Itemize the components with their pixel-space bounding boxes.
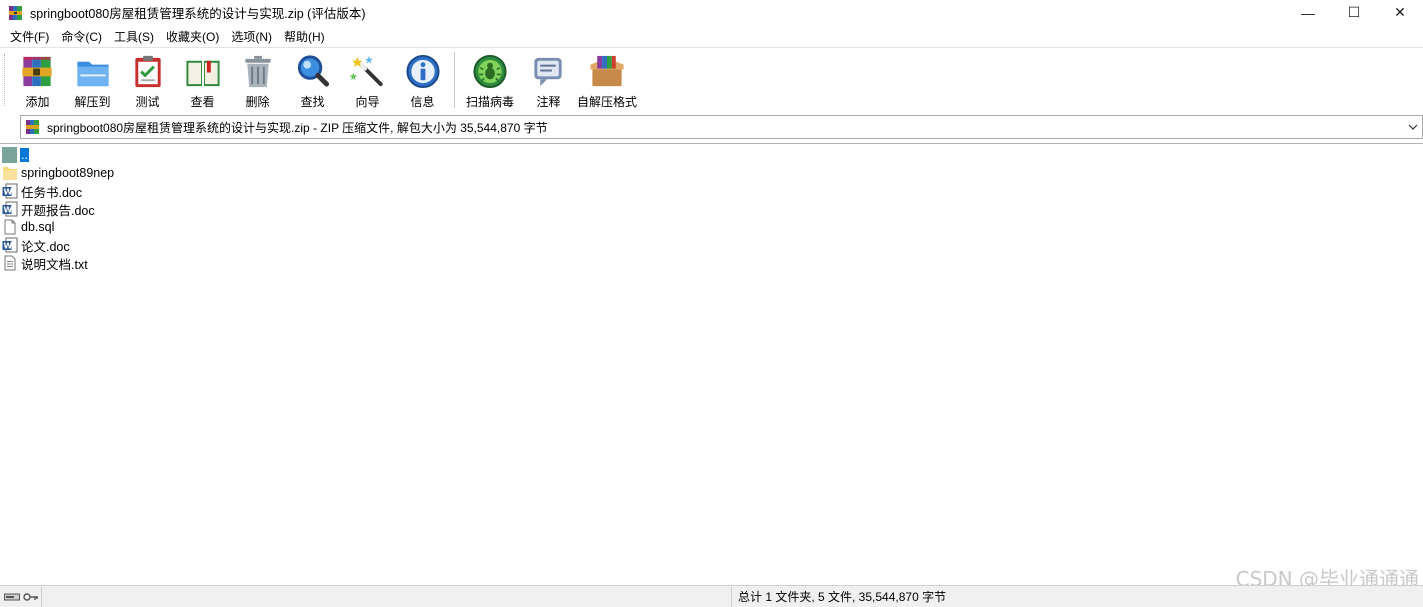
toolbar-grip[interactable] <box>4 54 6 106</box>
add-archive-icon <box>21 56 52 87</box>
virus-scan-button[interactable]: 扫描病毒 <box>459 48 521 110</box>
menu-tools[interactable]: 工具(S) <box>108 28 160 45</box>
toolbar-separator <box>454 52 455 108</box>
file-name: springboot89nep <box>21 166 115 180</box>
winrar-app-icon <box>9 5 22 20</box>
list-item-file[interactable]: 说明文档.txt <box>2 254 89 272</box>
extract-folder-icon <box>76 61 109 87</box>
window-title: springboot080房屋租赁管理系统的设计与实现.zip (评估版本) <box>30 7 366 21</box>
winrar-window: springboot080房屋租赁管理系统的设计与实现.zip (评估版本) —… <box>0 0 1423 607</box>
menu-bar: 文件(F) 命令(C) 工具(S) 收藏夹(O) 选项(N) 帮助(H) <box>0 26 1423 46</box>
key-icon[interactable] <box>23 592 39 602</box>
list-item-folder[interactable]: springboot89nep <box>2 164 115 182</box>
close-button[interactable]: ✕ <box>1377 0 1423 25</box>
list-item-file[interactable]: W 开题报告.doc <box>2 200 96 218</box>
comment-button[interactable]: 注释 <box>521 48 576 110</box>
test-label: 测试 <box>135 95 160 109</box>
wizard-label: 向导 <box>355 95 380 109</box>
file-name: 论文.doc <box>21 239 70 254</box>
info-label: 信息 <box>410 95 435 109</box>
address-text: springboot080房屋租赁管理系统的设计与实现.zip - ZIP 压缩… <box>47 120 548 135</box>
chevron-down-icon <box>1408 124 1418 130</box>
menu-commands[interactable]: 命令(C) <box>55 28 108 45</box>
view-label: 查看 <box>190 95 215 109</box>
toolbar: 添加 解压到 测试 查看 删除 查找 向导 信息 扫描病毒 注释 自解压格式 <box>0 47 1423 111</box>
add-label: 添加 <box>25 95 50 109</box>
word-doc-icon: W <box>2 237 18 253</box>
address-dropdown-button[interactable] <box>1404 116 1422 138</box>
comment-icon <box>533 57 562 87</box>
word-doc-icon: W <box>2 201 18 217</box>
menu-favorites[interactable]: 收藏夹(O) <box>160 28 225 45</box>
file-name: 说明文档.txt <box>21 257 88 272</box>
test-button[interactable]: 测试 <box>120 48 175 110</box>
list-item-parent[interactable]: .. <box>2 146 29 164</box>
open-book-icon <box>185 60 220 87</box>
drive-icon[interactable] <box>4 592 20 602</box>
svg-text:W: W <box>4 206 13 215</box>
word-doc-icon: W <box>2 183 18 199</box>
list-item-file[interactable]: W 任务书.doc <box>2 182 83 200</box>
list-item-file[interactable]: db.sql <box>2 218 55 236</box>
virus-bug-icon <box>473 54 507 89</box>
status-bar: 总计 1 文件夹, 5 文件, 35,544,870 字节 <box>0 585 1423 607</box>
minimize-button[interactable]: — <box>1285 0 1331 25</box>
clipboard-check-icon <box>134 55 161 88</box>
list-item-file[interactable]: W 论文.doc <box>2 236 71 254</box>
add-button[interactable]: 添加 <box>10 48 65 110</box>
delete-button[interactable]: 删除 <box>230 48 285 110</box>
status-summary: 总计 1 文件夹, 5 文件, 35,544,870 字节 <box>738 590 947 604</box>
file-name: .. <box>20 148 29 162</box>
magic-wand-icon <box>349 55 383 87</box>
file-list[interactable]: .. springboot89nep W 任务书.doc W 开题报告.doc … <box>0 143 1423 584</box>
status-cell <box>42 586 732 607</box>
svg-text:W: W <box>4 188 13 197</box>
extract-to-label: 解压到 <box>74 95 111 109</box>
delete-label: 删除 <box>245 95 270 109</box>
file-name: 任务书.doc <box>21 185 83 200</box>
status-icons <box>0 586 42 607</box>
text-file-icon <box>4 255 16 271</box>
title-bar: springboot080房屋租赁管理系统的设计与实现.zip (评估版本) —… <box>0 0 1423 25</box>
wizard-button[interactable]: 向导 <box>340 48 395 110</box>
sfx-label: 自解压格式 <box>576 95 637 109</box>
svg-text:W: W <box>4 242 13 251</box>
file-name: 开题报告.doc <box>21 203 95 218</box>
info-icon <box>405 54 440 89</box>
magnifier-icon <box>297 55 329 87</box>
extract-to-button[interactable]: 解压到 <box>65 48 120 110</box>
trash-can-icon <box>244 55 271 88</box>
parent-folder-icon <box>2 147 17 163</box>
view-button[interactable]: 查看 <box>175 48 230 110</box>
blank-file-icon <box>4 219 16 235</box>
maximize-button[interactable]: ☐ <box>1331 0 1377 25</box>
folder-icon <box>3 167 17 180</box>
comment-label: 注释 <box>536 95 561 109</box>
sfx-box-icon <box>590 55 624 87</box>
find-button[interactable]: 查找 <box>285 48 340 110</box>
menu-help[interactable]: 帮助(H) <box>278 28 331 45</box>
file-name: db.sql <box>21 220 55 234</box>
address-bar[interactable]: springboot080房屋租赁管理系统的设计与实现.zip - ZIP 压缩… <box>20 115 1423 139</box>
sfx-button[interactable]: 自解压格式 <box>576 48 638 110</box>
virus-scan-label: 扫描病毒 <box>465 95 514 109</box>
winrar-archive-icon <box>26 120 39 134</box>
find-label: 查找 <box>300 95 325 109</box>
menu-file[interactable]: 文件(F) <box>4 28 55 45</box>
info-button[interactable]: 信息 <box>395 48 450 110</box>
menu-options[interactable]: 选项(N) <box>225 28 278 45</box>
window-controls: — ☐ ✕ <box>1285 0 1423 25</box>
